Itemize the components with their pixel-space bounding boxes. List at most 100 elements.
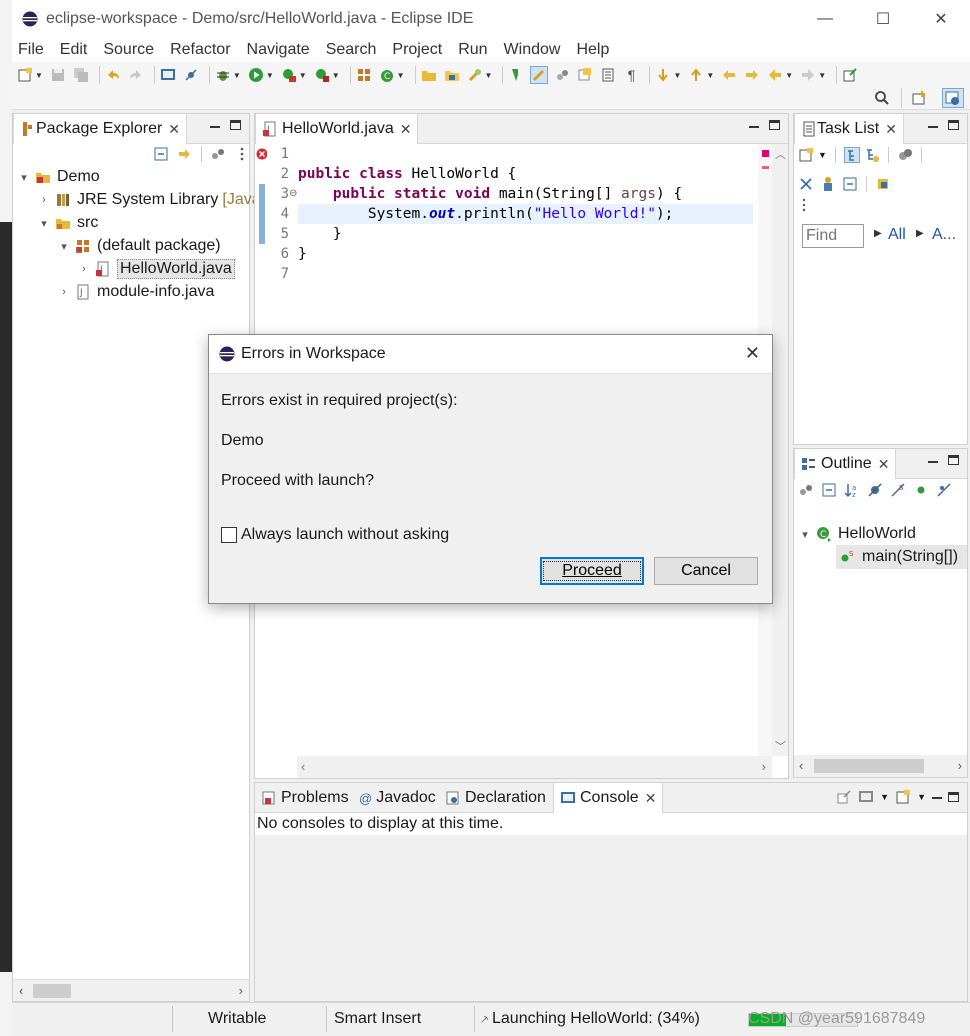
checkbox-box[interactable] [221, 527, 237, 543]
scroll-down-icon[interactable]: ﹀ [775, 738, 786, 754]
scroll-right-icon[interactable]: › [958, 758, 962, 773]
maximize-view-icon[interactable] [948, 455, 959, 465]
menu-edit[interactable]: Edit [60, 41, 88, 59]
fold-collapse-icon[interactable]: ⊖ [289, 188, 297, 199]
chevron-down-icon[interactable]: ▾ [17, 171, 31, 184]
menu-help[interactable]: Help [576, 41, 609, 59]
tab-javadoc[interactable]: @ Javadoc [353, 783, 442, 813]
scheduled-icon[interactable] [864, 147, 880, 163]
hide-non-public-icon[interactable] [913, 482, 929, 498]
back-icon[interactable] [743, 66, 761, 84]
scroll-left-icon[interactable]: ‹ [799, 758, 803, 773]
show-completed-icon[interactable] [820, 176, 836, 192]
focus-icon[interactable] [798, 482, 814, 498]
tree-item-module-info[interactable]: › J module-info.java [57, 281, 214, 303]
open-resource-icon[interactable] [443, 66, 461, 84]
scroll-right-icon[interactable]: › [239, 983, 243, 998]
menu-source[interactable]: Source [103, 41, 154, 59]
close-icon[interactable]: ✕ [645, 790, 657, 807]
cancel-button[interactable]: Cancel [654, 557, 758, 585]
chevron-right-icon[interactable]: › [57, 286, 71, 298]
error-overview-mark[interactable] [762, 166, 769, 169]
tree-item-default-package[interactable]: ▾ (default package) [57, 235, 220, 257]
outline-item-method[interactable]: S main(String[]) [836, 545, 967, 569]
minimize-view-icon[interactable] [749, 126, 759, 128]
code-line-5[interactable]: } [298, 224, 342, 244]
navigate-forward-icon[interactable] [799, 66, 817, 84]
hide-fields-icon[interactable] [867, 482, 883, 498]
terminal-icon[interactable] [159, 66, 177, 84]
redo-icon[interactable] [127, 66, 145, 84]
maximize-view-icon[interactable] [769, 120, 780, 130]
tab-console[interactable]: Console ✕ [553, 783, 664, 813]
horizontal-scrollbar[interactable]: ‹ › [13, 979, 249, 1001]
last-edit-icon[interactable] [720, 66, 738, 84]
new-icon[interactable] [16, 66, 34, 84]
tree-item-helloworld-java[interactable]: › J HelloWorld.java [77, 258, 235, 280]
next-annotation-icon[interactable] [654, 66, 672, 84]
open-console-icon[interactable] [895, 789, 911, 805]
search-tool-icon[interactable] [466, 66, 484, 84]
chevron-down-icon[interactable]: ▾ [57, 240, 71, 253]
code-line-3[interactable]: public static void main(String[] args) { [298, 184, 682, 204]
pin-editor-icon[interactable] [841, 66, 859, 84]
view-menu-icon[interactable] [234, 146, 244, 162]
navigate-back-icon[interactable] [766, 66, 784, 84]
open-perspective-icon[interactable] [912, 90, 928, 110]
chevron-right-icon[interactable]: ▶ [916, 228, 924, 239]
display-console-icon[interactable] [858, 789, 874, 805]
chevron-down-icon[interactable]: ▼ [880, 792, 889, 802]
java-perspective-icon[interactable] [942, 88, 964, 108]
view-menu-icon[interactable] [802, 198, 806, 216]
maximize-view-icon[interactable] [230, 120, 241, 130]
menu-file[interactable]: File [18, 41, 44, 59]
show-whitespace-icon[interactable] [576, 66, 594, 84]
chevron-right-icon[interactable]: › [37, 194, 51, 206]
debug-icon[interactable] [214, 66, 232, 84]
scroll-right-icon[interactable]: › [762, 759, 766, 774]
categorized-icon[interactable] [843, 147, 860, 163]
activate-link[interactable]: A... [932, 226, 956, 244]
toggle-highlight-icon[interactable] [530, 66, 549, 84]
minimize-button[interactable]: — [796, 0, 854, 38]
close-icon[interactable]: ✕ [168, 121, 180, 138]
new-java-class-icon[interactable]: C [378, 66, 396, 84]
code-line-4[interactable]: System.out.println("Hello World!"); [298, 204, 674, 224]
find-input[interactable] [802, 224, 864, 248]
hide-static-icon[interactable]: S [890, 482, 906, 498]
filters-icon[interactable] [210, 146, 226, 162]
collapse-all-icon[interactable] [821, 482, 837, 498]
tree-item-src[interactable]: ▾ src [37, 212, 98, 234]
coverage-icon[interactable] [280, 66, 298, 84]
block-selection-icon[interactable] [553, 66, 571, 84]
dialog-close-icon[interactable]: ✕ [745, 343, 760, 364]
menu-navigate[interactable]: Navigate [247, 41, 310, 59]
menu-project[interactable]: Project [392, 41, 442, 59]
outline-item-class[interactable]: ▾ C HelloWorld [798, 523, 916, 545]
all-link[interactable]: All [888, 226, 906, 244]
new-task-icon[interactable] [798, 147, 814, 163]
focus-on-workweek-icon[interactable] [897, 147, 913, 163]
chevron-down-icon[interactable]: ▼ [917, 792, 926, 802]
tab-declaration[interactable]: Declaration [439, 783, 552, 813]
run-icon[interactable] [247, 66, 265, 84]
new-java-package-icon[interactable] [355, 66, 373, 84]
word-wrap-icon[interactable] [599, 66, 617, 84]
always-launch-checkbox[interactable]: Always launch without asking [221, 526, 449, 544]
minimize-view-icon[interactable] [928, 461, 938, 463]
tab-package-explorer[interactable]: Package Explorer ✕ [13, 114, 188, 144]
tab-problems[interactable]: Problems [255, 783, 355, 813]
close-icon[interactable]: ✕ [400, 121, 412, 138]
tree-item-project[interactable]: ▾ Demo [17, 166, 99, 188]
synchronize-icon[interactable] [875, 176, 891, 192]
chevron-right-icon[interactable]: › [77, 263, 91, 275]
close-icon[interactable]: ✕ [885, 121, 897, 138]
status-launching[interactable]: Launching HelloWorld: (34%) [492, 1007, 700, 1031]
save-icon[interactable] [49, 66, 67, 84]
link-with-editor-icon[interactable] [177, 146, 193, 162]
chevron-down-icon[interactable]: ▾ [37, 217, 51, 230]
collapse-all-icon[interactable] [798, 176, 814, 192]
code-line-2[interactable]: public class HelloWorld { [298, 164, 516, 184]
tree-item-jre[interactable]: › JRE System Library [Java [37, 189, 260, 211]
hide-local-types-icon[interactable] [936, 482, 952, 498]
